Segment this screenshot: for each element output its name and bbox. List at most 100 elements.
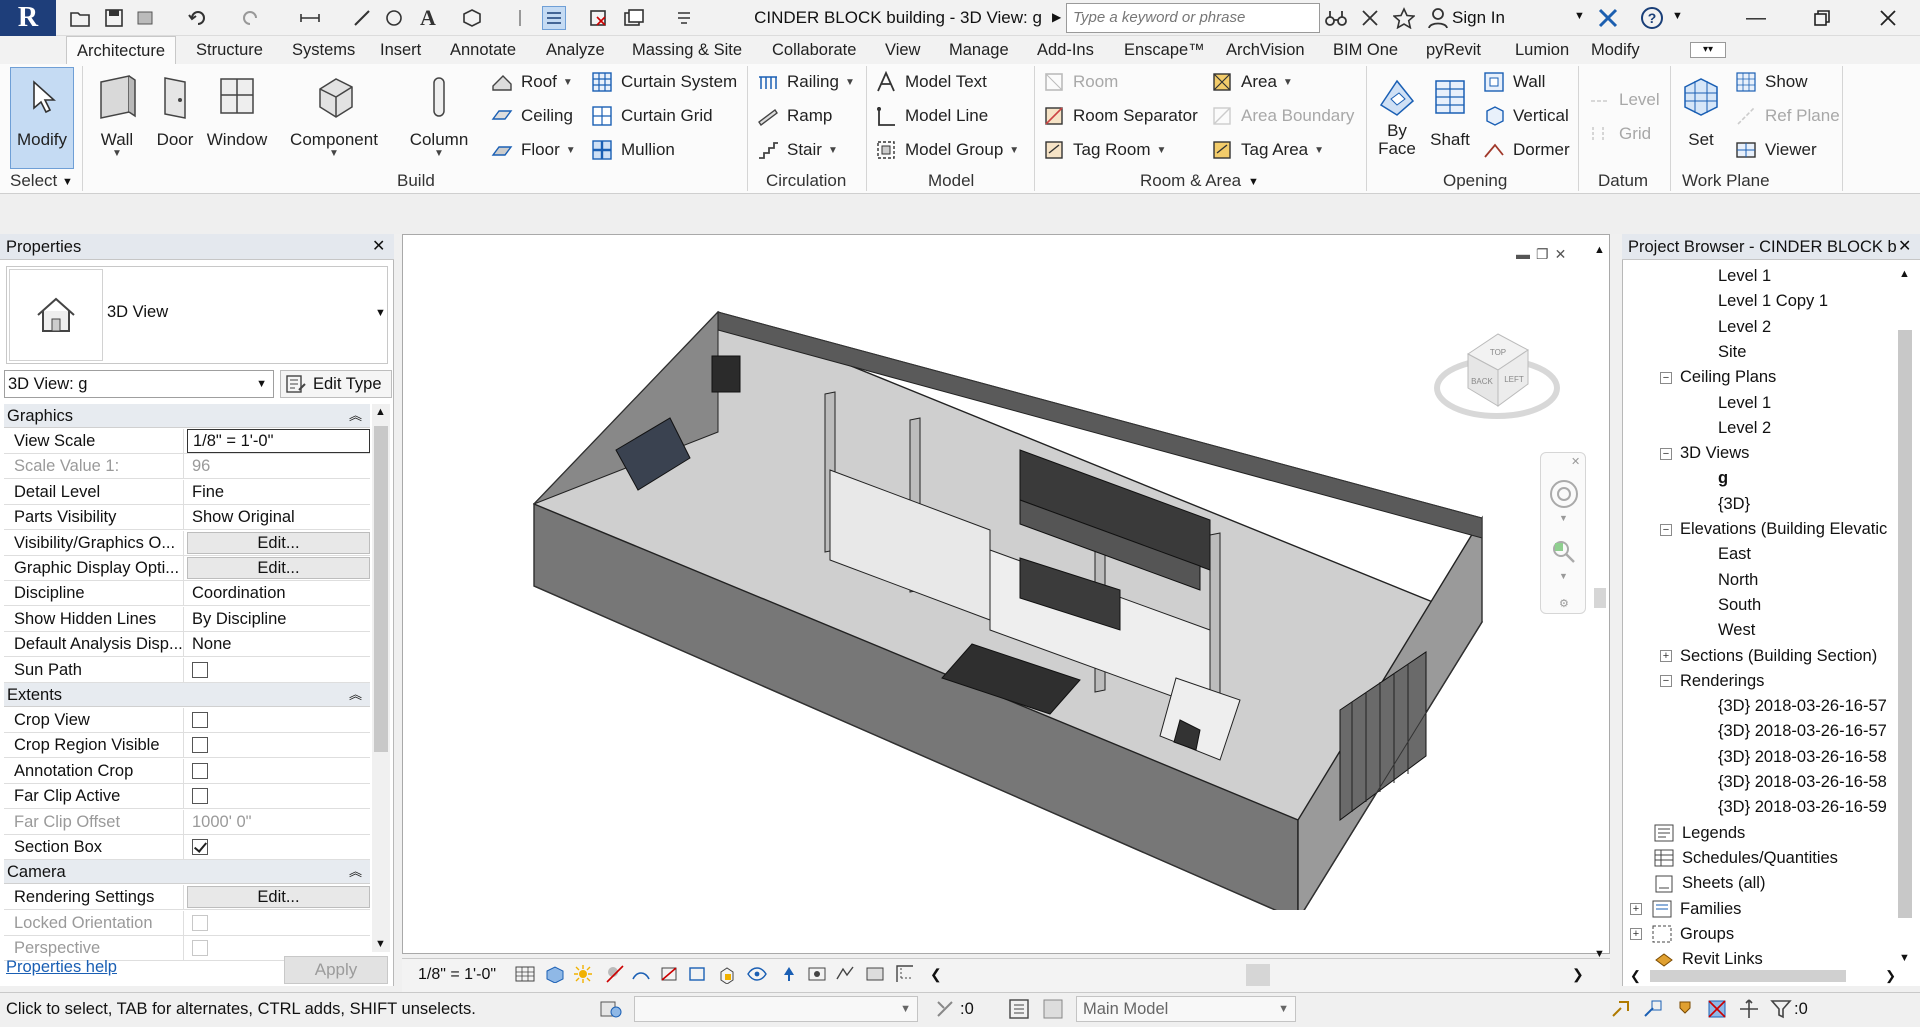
property-group-camera[interactable]: Camera ︽ [4, 860, 370, 885]
temporary-view-properties-icon[interactable] [806, 963, 828, 985]
favorites-star-icon[interactable] [1392, 6, 1416, 30]
select-links-icon[interactable] [1610, 998, 1632, 1020]
active-workset-select[interactable]: ▼ [634, 996, 918, 1022]
viewport-scroll-left-icon[interactable]: ❮ [930, 966, 942, 983]
grid-button[interactable]: Grid [1588, 120, 1651, 148]
ramp-button[interactable]: Ramp [756, 102, 832, 130]
tab-collaborate[interactable]: Collaborate [762, 36, 866, 64]
mullion-button[interactable]: Mullion [590, 136, 675, 164]
browser-node[interactable]: Level 1 [1718, 264, 1771, 289]
steering-wheel-icon[interactable] [1549, 479, 1579, 509]
editing-requests-icon[interactable] [934, 998, 956, 1020]
dormer-button[interactable]: Dormer [1482, 136, 1570, 164]
by-face-button[interactable]: By Face [1372, 66, 1422, 172]
edit-type-button[interactable]: Edit Type [280, 370, 392, 398]
view-cube[interactable]: TOP BACK LEFT [1432, 320, 1562, 430]
stair-button[interactable]: Stair ▼ [756, 136, 838, 164]
ribbon-minimize-toggle[interactable]: ▾▾ [1690, 42, 1726, 58]
tab-structure[interactable]: Structure [186, 36, 273, 64]
select-underlay-icon[interactable] [1642, 998, 1664, 1020]
browser-node[interactable]: − Ceiling Plans [1660, 365, 1776, 390]
apply-button[interactable]: Apply [284, 956, 388, 984]
browser-node[interactable]: Level 1 [1718, 391, 1771, 416]
view-scale-button[interactable]: 1/8" = 1'-0" [418, 966, 496, 984]
browser-node[interactable]: South [1718, 593, 1761, 618]
user-icon[interactable] [1426, 6, 1450, 30]
browser-node[interactable]: − Elevations (Building Elevatic [1660, 517, 1887, 542]
help-dropdown-icon[interactable]: ▼ [1672, 10, 1683, 22]
browser-node[interactable]: Level 2 [1718, 315, 1771, 340]
wall-button[interactable]: Wall ▼ [90, 66, 144, 172]
set-work-plane-button[interactable]: Set [1674, 66, 1728, 172]
tag-area-button[interactable]: Tag Area ▼ [1210, 136, 1324, 164]
help-icon[interactable]: ? [1640, 6, 1664, 30]
browser-node[interactable]: g [1718, 466, 1728, 491]
browser-node[interactable]: {3D} 2018-03-26-16-58 [1718, 745, 1887, 770]
browser-node[interactable]: {3D} 2018-03-26-16-59 [1718, 795, 1887, 820]
tab-archvision[interactable]: ArchVision [1216, 36, 1315, 64]
reveal-hidden-elements-icon[interactable] [778, 963, 800, 985]
sync-icon[interactable] [134, 6, 158, 30]
property-value[interactable]: Coordination [187, 581, 370, 605]
browser-node[interactable]: North [1718, 568, 1758, 593]
minimize-icon[interactable]: — [1728, 0, 1784, 36]
model-group-button[interactable]: Model Group ▼ [874, 136, 1019, 164]
tab-manage[interactable]: Manage [939, 36, 1019, 64]
area-boundary-button[interactable]: Area Boundary [1210, 102, 1354, 130]
tab-insert[interactable]: Insert [370, 36, 431, 64]
viewport-vertical-scrollbar[interactable]: ▲ ▼ [1592, 244, 1608, 960]
property-group-graphics[interactable]: Graphics ︽ [4, 404, 370, 428]
crop-view-icon[interactable] [658, 963, 680, 985]
detail-level-icon[interactable] [514, 963, 536, 985]
unlocked-3d-view-icon[interactable] [716, 963, 738, 985]
room-area-dropdown-icon[interactable]: ▼ [1248, 176, 1259, 188]
close-window-icon[interactable] [1860, 0, 1916, 36]
curtain-grid-button[interactable]: Curtain Grid [590, 102, 713, 130]
expand-icon[interactable]: + [1630, 903, 1642, 915]
railing-button[interactable]: Railing ▼ [756, 68, 855, 96]
property-checkbox[interactable] [192, 661, 208, 678]
browser-node[interactable]: West [1718, 618, 1755, 643]
exchange-apps-icon[interactable] [1596, 6, 1620, 30]
shaft-button[interactable]: Shaft [1424, 66, 1476, 172]
property-value[interactable]: Fine [187, 480, 370, 504]
tab-view[interactable]: View [875, 36, 930, 64]
binoculars-icon[interactable] [1324, 6, 1348, 30]
property-checkbox[interactable] [192, 737, 208, 754]
show-analytical-model-icon[interactable] [834, 963, 856, 985]
tab-architecture[interactable]: Architecture [66, 36, 177, 64]
tab-massing-site[interactable]: Massing & Site [622, 36, 752, 64]
viewport-scroll-right-icon[interactable]: ❯ [1572, 966, 1584, 983]
rendering-dialog-icon[interactable] [630, 963, 652, 985]
collapse-icon[interactable]: − [1660, 447, 1672, 460]
sign-in-link[interactable]: Sign In [1452, 6, 1505, 30]
highlight-displacement-icon[interactable] [864, 963, 886, 985]
reveal-constraints-icon[interactable] [894, 963, 916, 985]
project-browser-horizontal-scrollbar[interactable]: ❮ ❯ [1622, 966, 1920, 986]
steering-wheel-dropdown-icon[interactable]: ▼ [1559, 513, 1568, 523]
expand-icon[interactable]: + [1660, 650, 1672, 662]
browser-node[interactable]: Sheets (all) [1630, 871, 1765, 896]
model-text-button[interactable]: Model Text [874, 68, 987, 96]
filter-icon[interactable] [1770, 998, 1792, 1020]
restore-icon[interactable] [1794, 0, 1850, 36]
window-button[interactable]: Window [204, 66, 270, 172]
design-options-icon[interactable] [1008, 998, 1032, 1020]
save-icon[interactable] [102, 6, 126, 30]
thin-lines-icon[interactable] [542, 6, 566, 30]
collapse-icon[interactable]: − [1660, 523, 1672, 536]
close-hidden-windows-icon[interactable] [586, 6, 610, 30]
curtain-system-button[interactable]: Curtain System [590, 68, 737, 96]
property-checkbox[interactable] [192, 712, 208, 728]
edit-button[interactable]: Edit... [187, 531, 370, 554]
select-by-face-icon[interactable] [1706, 998, 1728, 1020]
properties-scrollbar[interactable]: ▲ ▼ [372, 404, 390, 952]
instance-filter-select[interactable]: 3D View: g ▼ [4, 370, 274, 398]
search-expand-icon[interactable]: ▶ [1052, 10, 1061, 24]
view-minimize-icon[interactable]: ▬ [1516, 246, 1530, 266]
expand-icon[interactable]: + [1630, 928, 1642, 941]
aligned-dimension-icon[interactable] [350, 6, 374, 30]
customize-toolbar-icon[interactable] [672, 6, 696, 30]
redo-icon[interactable] [238, 6, 262, 30]
ref-plane-button[interactable]: Ref Plane [1734, 102, 1840, 130]
